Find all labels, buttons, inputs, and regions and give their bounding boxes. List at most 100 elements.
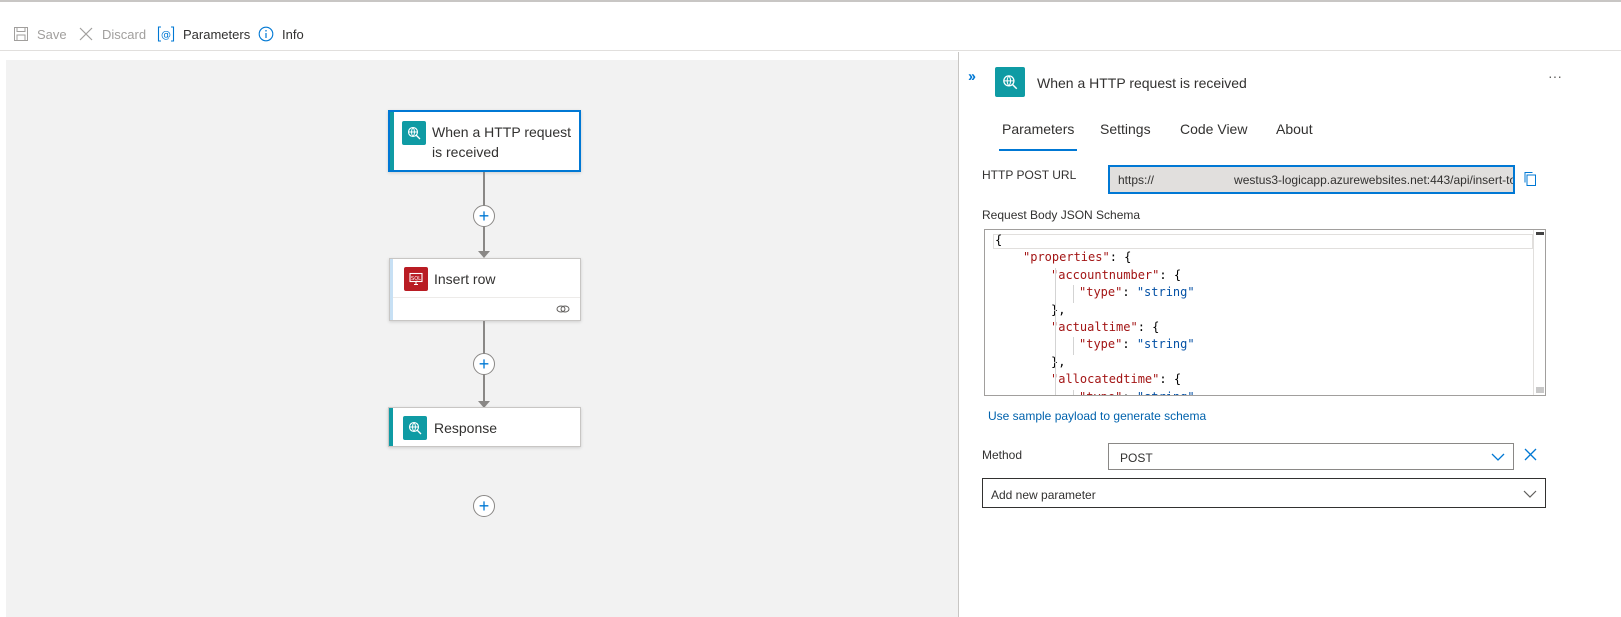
svg-text:@: @ (161, 30, 171, 41)
schema-label: Request Body JSON Schema (982, 208, 1141, 222)
trigger-title-line2: is received (432, 144, 499, 160)
tab-label: Settings (1100, 121, 1151, 137)
scroll-marker (1536, 232, 1544, 235)
sample-payload-link[interactable]: Use sample payload to generate schema (988, 409, 1206, 423)
code-line: "type": "string" (1079, 390, 1195, 395)
schema-editor[interactable]: {"properties": {"accountnumber": {"type"… (984, 229, 1546, 396)
tab-parameters[interactable]: Parameters (998, 121, 1078, 151)
code-key: "type" (1079, 390, 1122, 395)
trigger-title: When a HTTP request is received (432, 122, 571, 162)
remove-parameter-icon[interactable] (1524, 448, 1537, 461)
discard-label: Discard (102, 26, 147, 42)
editor-scrollbar[interactable] (1533, 230, 1545, 395)
url-suffix: westus3-logicapp.azurewebsites.net:443/a… (1234, 173, 1515, 187)
url-prefix: https:// (1118, 173, 1155, 187)
svg-text:SQL: SQL (411, 276, 421, 282)
arrow-down-icon (478, 251, 490, 258)
close-icon (79, 27, 93, 41)
tab-label: About (1276, 121, 1313, 137)
insert-row-title: Insert row (434, 271, 496, 287)
add-param-label: Add new parameter (991, 488, 1096, 502)
info-label: Info (282, 26, 304, 42)
code-line: }, (1051, 303, 1065, 320)
code-punct: : { (1159, 372, 1182, 387)
add-new-parameter-dropdown[interactable]: Add new parameter (982, 478, 1546, 508)
code-text: }, (1051, 354, 1066, 369)
action-card-response[interactable]: Response (388, 407, 581, 447)
collapse-panel-button[interactable]: ›› (968, 68, 976, 85)
card-accent-bar (390, 259, 393, 320)
chevron-down-icon (1523, 490, 1537, 498)
code-value: "string" (1137, 390, 1195, 395)
code-punct: : { (1137, 320, 1160, 334)
http-request-icon (402, 121, 426, 145)
code-line: }, (1051, 355, 1065, 372)
parameters-button[interactable]: @ Parameters (157, 24, 250, 44)
code-punct: : { (1109, 250, 1132, 265)
code-line: "type": "string" (1079, 285, 1195, 302)
code-punct: : (1122, 285, 1137, 300)
code-punct: : (1122, 337, 1137, 352)
parameters-label: Parameters (183, 26, 251, 42)
add-step-button[interactable]: + (473, 495, 495, 517)
link-icon[interactable] (556, 303, 570, 315)
card-accent-bar (390, 112, 394, 170)
code-text: }, (1051, 302, 1066, 317)
code-key: "accountnumber" (1051, 267, 1160, 282)
code-line: { (995, 233, 1002, 250)
trigger-title-line1: When a HTTP request (432, 124, 572, 140)
response-title: Response (434, 420, 498, 436)
discard-button[interactable]: Discard (78, 24, 146, 44)
panel-title: When a HTTP request is received (1037, 75, 1247, 91)
code-key: "type" (1079, 337, 1123, 352)
save-label: Save (37, 26, 67, 42)
tab-settings[interactable]: Settings (1100, 121, 1151, 151)
code-line: "accountnumber": { (1051, 268, 1181, 285)
designer-toolbar: Save Discard @ Parameters Info (0, 2, 1621, 51)
code-text: { (995, 233, 1003, 247)
code-line: "properties": { (1023, 250, 1131, 267)
plus-icon: + (478, 206, 490, 226)
code-line: "actualtime": { (1051, 320, 1159, 337)
sql-server-icon: SQL (404, 267, 428, 291)
method-value: POST (1120, 451, 1153, 465)
tab-label: Code View (1180, 121, 1248, 137)
http-post-url-field[interactable]: https:// westus3-logicapp.azurewebsites.n… (1108, 165, 1515, 194)
save-icon (14, 27, 28, 41)
code-key: "allocatedtime" (1051, 372, 1160, 387)
plus-icon: + (478, 354, 490, 374)
chevron-down-icon (1491, 453, 1505, 461)
tab-about[interactable]: About (1276, 121, 1313, 151)
add-step-button[interactable]: + (473, 205, 495, 227)
method-select[interactable]: POST (1108, 443, 1514, 470)
code-line: "type": "string" (1079, 337, 1195, 354)
copy-icon[interactable] (1523, 171, 1537, 187)
code-line: "allocatedtime": { (1051, 372, 1181, 389)
http-request-icon (995, 67, 1025, 97)
http-response-icon (403, 416, 427, 440)
current-line-highlight (993, 234, 1533, 249)
code-value: "string" (1136, 337, 1195, 352)
parameters-icon: @ (157, 26, 175, 42)
code-key: "properties" (1023, 250, 1110, 265)
indent-guide (1073, 285, 1074, 303)
indent-guide (1073, 389, 1074, 395)
card-divider (393, 297, 580, 298)
add-step-button[interactable]: + (473, 353, 495, 375)
code-key: "type" (1079, 285, 1123, 300)
more-options-button[interactable]: ··· (1548, 68, 1562, 84)
trigger-card-http-request[interactable]: When a HTTP request is received (388, 110, 581, 172)
code-value: "string" (1136, 285, 1195, 300)
info-icon (258, 26, 274, 42)
code-punct: : { (1159, 267, 1182, 282)
tab-label: Parameters (1002, 121, 1075, 137)
scroll-thumb[interactable] (1536, 387, 1544, 393)
card-accent-bar (389, 408, 393, 446)
save-button[interactable]: Save (13, 24, 67, 44)
method-label: Method (982, 448, 1023, 462)
action-card-insert-row[interactable]: SQL Insert row (389, 258, 581, 321)
tab-code-view[interactable]: Code View (1180, 121, 1247, 151)
plus-icon: + (478, 496, 490, 516)
info-button[interactable]: Info (258, 24, 304, 44)
http-post-url-label: HTTP POST URL (982, 168, 1077, 182)
